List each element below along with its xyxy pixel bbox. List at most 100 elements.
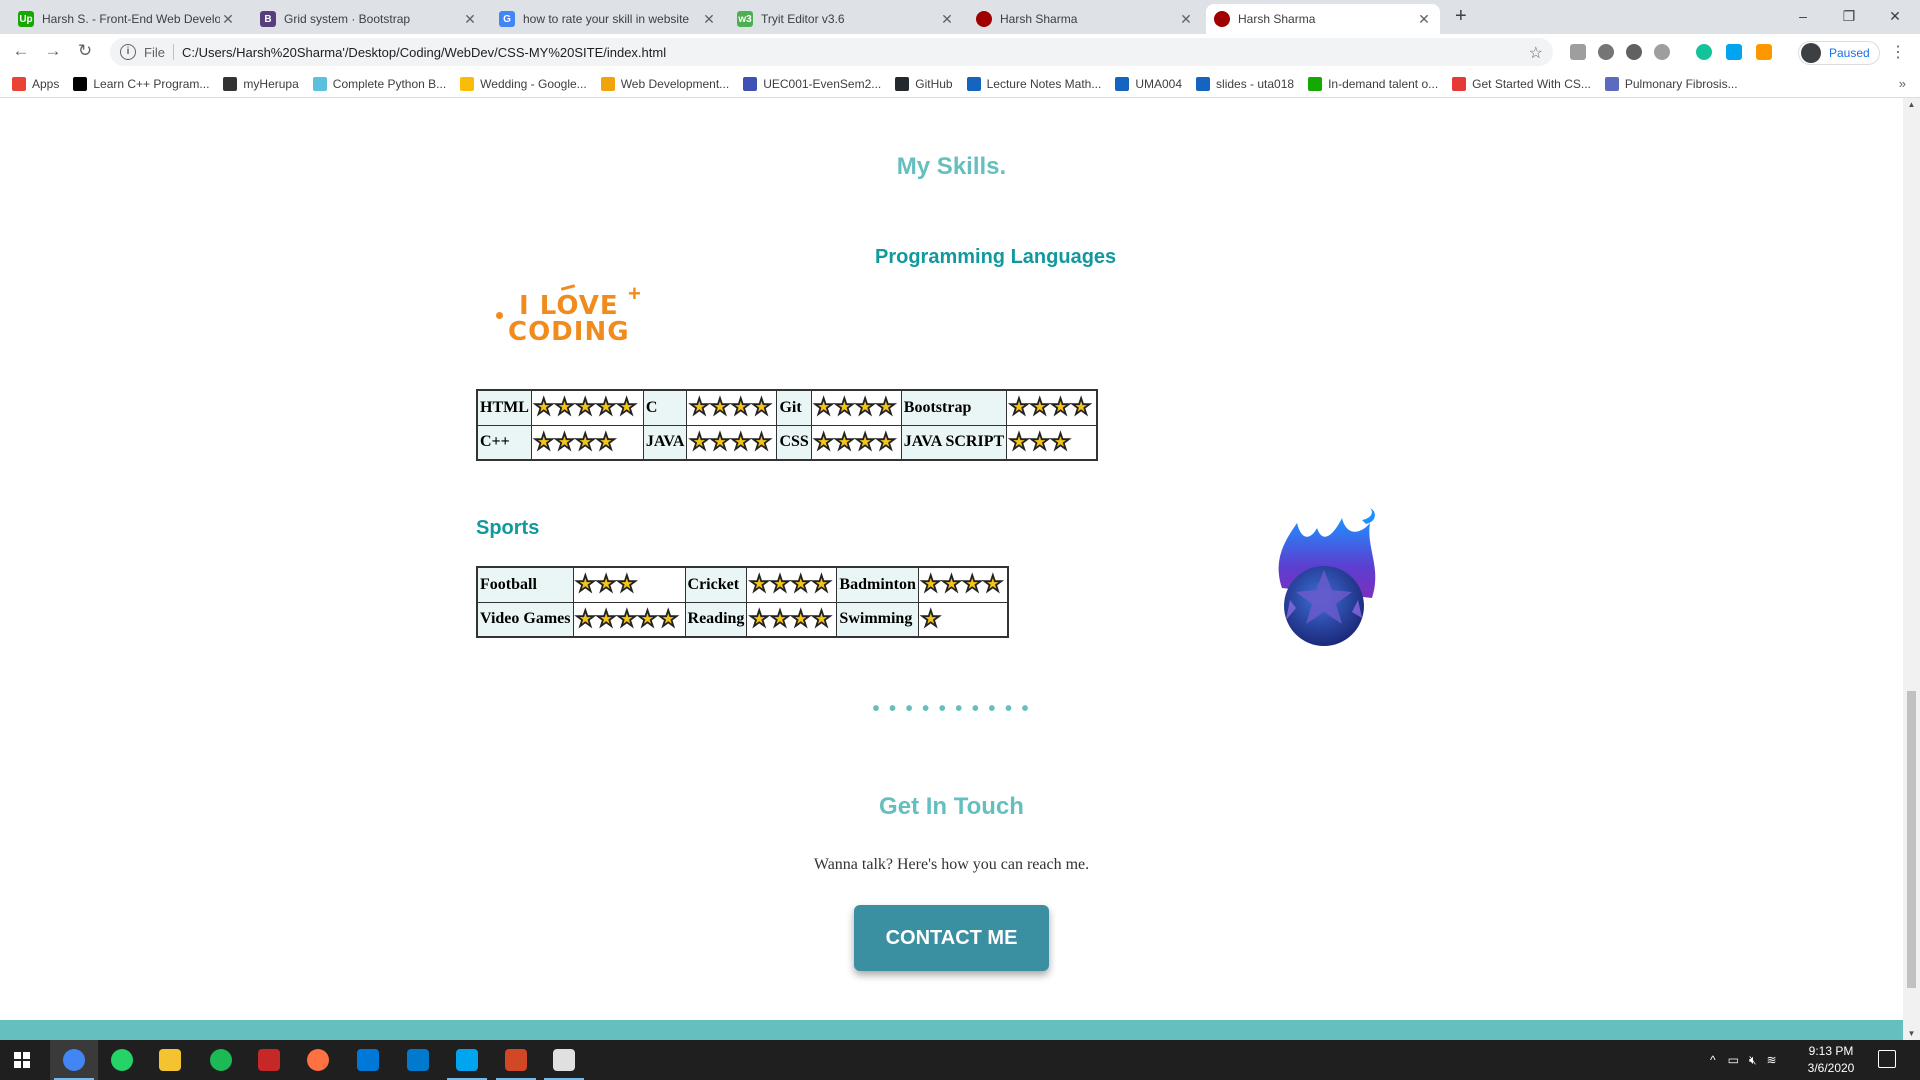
- profile-status: Paused: [1829, 46, 1870, 60]
- taskbar: ^ ▭ 🔇︎ ≋ 9:13 PM 3/6/2020: [0, 1040, 1920, 1080]
- taskbar-vscode-button[interactable]: [394, 1040, 442, 1080]
- star-rating-icon: ★★★★: [533, 428, 617, 454]
- bookmark-star-icon[interactable]: ☆: [1529, 43, 1543, 63]
- tab-close-icon[interactable]: ✕: [462, 11, 478, 28]
- address-bar[interactable]: i File C:/Users/Harsh%20Sharma'/Desktop/…: [110, 38, 1553, 66]
- tab-title: how to rate your skill in website: [523, 12, 690, 26]
- bookmark-favicon-icon: [12, 76, 26, 91]
- restore-window-icon[interactable]: ❐: [1826, 2, 1872, 30]
- browser-menu-icon[interactable]: ⋮: [1890, 42, 1906, 62]
- bookmark-item[interactable]: UMA004: [1115, 76, 1182, 91]
- vscode-icon: [407, 1049, 429, 1071]
- taskbar-clock[interactable]: 9:13 PM 3/6/2020: [1803, 1043, 1859, 1077]
- tab-strip: Up Harsh S. - Front-End Web Develo ✕ B Grid …: [0, 0, 1920, 34]
- skill-label: JAVA SCRIPT: [900, 424, 1008, 461]
- tab-4[interactable]: w3 Tryit Editor v3.6 ✕: [729, 4, 963, 34]
- taskbar-powerpoint-button[interactable]: [492, 1040, 540, 1080]
- bookmark-favicon-icon: [1452, 76, 1467, 91]
- wifi-icon[interactable]: ≋: [1767, 1053, 1777, 1067]
- taskbar-whatsapp-button[interactable]: [98, 1040, 146, 1080]
- tab-1[interactable]: Up Harsh S. - Front-End Web Develo ✕: [10, 4, 244, 34]
- tab-5[interactable]: Harsh Sharma ✕: [968, 4, 1202, 34]
- extension-grammarly-icon[interactable]: [1696, 44, 1712, 60]
- page-scrollbar[interactable]: ▲ ▼: [1903, 98, 1920, 1040]
- taskbar-file-explorer-button[interactable]: [146, 1040, 194, 1080]
- battery-icon[interactable]: ▭: [1728, 1053, 1739, 1067]
- tab-close-icon[interactable]: ✕: [701, 11, 717, 28]
- bookmark-item[interactable]: slides - uta018: [1196, 76, 1295, 91]
- bookmark-label: Lecture Notes Math...: [986, 76, 1102, 91]
- bookmark-item[interactable]: Apps: [12, 76, 59, 91]
- taskbar-app-button[interactable]: [294, 1040, 342, 1080]
- skill-label: Football: [476, 566, 574, 603]
- bootstrap-icon: B: [260, 11, 276, 27]
- tab-3[interactable]: Ghow to rate your skill in website ✕: [491, 4, 725, 34]
- skills-heading: My Skills.: [896, 153, 1007, 180]
- scroll-up-icon[interactable]: ▲: [1903, 100, 1920, 109]
- bookmark-item[interactable]: GitHub: [895, 76, 953, 91]
- forward-icon[interactable]: →: [42, 41, 64, 61]
- bookmark-item[interactable]: Get Started With CS...: [1452, 76, 1591, 91]
- chrome-icon: [63, 1049, 85, 1071]
- tab-close-icon[interactable]: ✕: [220, 11, 236, 28]
- tray-expand-icon[interactable]: ^: [1710, 1053, 1716, 1067]
- taskbar-spotify-button[interactable]: [197, 1040, 245, 1080]
- star-rating-icon: ★★★★: [813, 394, 897, 420]
- minimize-window-icon[interactable]: –: [1780, 2, 1826, 30]
- bookmark-item[interactable]: Lecture Notes Math...: [966, 76, 1102, 91]
- extension-drive-icon[interactable]: [1598, 44, 1614, 60]
- tab-2[interactable]: B Grid system · Bootstrap ✕: [252, 4, 486, 34]
- url-text[interactable]: C:/Users/Harsh%20Sharma'/Desktop/Coding/…: [182, 45, 666, 60]
- reload-icon[interactable]: ↻: [74, 41, 96, 61]
- back-icon[interactable]: ←: [10, 41, 32, 61]
- taskbar-chrome-button[interactable]: [50, 1040, 98, 1080]
- skill-rating: ★★★★: [746, 566, 838, 603]
- taskbar-photos-button[interactable]: [540, 1040, 588, 1080]
- whatsapp-icon: [111, 1049, 133, 1071]
- skill-label: Swimming: [836, 601, 919, 638]
- info-icon[interactable]: i: [120, 44, 136, 60]
- skill-label: C++: [476, 424, 532, 461]
- tab-title: Harsh Sharma: [1238, 12, 1316, 26]
- star-rating-icon: ★★★★: [749, 571, 833, 597]
- tab-close-icon[interactable]: ✕: [1416, 11, 1432, 28]
- close-window-icon[interactable]: ✕: [1872, 2, 1918, 30]
- skill-rating: ★★★★: [530, 424, 644, 461]
- notifications-icon[interactable]: [1878, 1050, 1896, 1068]
- contact-me-button[interactable]: CONTACT ME: [854, 905, 1049, 971]
- bookmarks-overflow-icon[interactable]: »: [1899, 76, 1906, 91]
- bookmark-favicon-icon: [312, 76, 327, 91]
- taskbar-snip-button[interactable]: [443, 1040, 491, 1080]
- volume-icon[interactable]: 🔇︎: [1749, 1053, 1757, 1068]
- new-tab-button[interactable]: +: [1455, 5, 1467, 28]
- scroll-down-icon[interactable]: ▼: [1903, 1029, 1920, 1038]
- tab-6[interactable]: Harsh Sharma ✕: [1206, 4, 1440, 34]
- taskbar-mail-button[interactable]: [344, 1040, 392, 1080]
- fire-football-image: [1278, 508, 1376, 646]
- bookmark-item[interactable]: In-demand talent o...: [1308, 76, 1438, 91]
- extension-pdf-icon[interactable]: [1570, 44, 1586, 60]
- bookmark-item[interactable]: UEC001-EvenSem2...: [743, 76, 881, 91]
- bookmark-label: slides - uta018: [1216, 76, 1295, 91]
- extension-bulb-icon[interactable]: [1626, 44, 1642, 60]
- extension-key-icon[interactable]: [1756, 44, 1772, 60]
- bookmark-item[interactable]: Pulmonary Fibrosis...: [1604, 76, 1738, 91]
- bookmark-item[interactable]: Web Development...: [600, 76, 729, 91]
- tab-close-icon[interactable]: ✕: [1178, 11, 1194, 28]
- skill-label: Bootstrap: [900, 389, 1008, 426]
- bookmark-item[interactable]: myHerupa: [223, 76, 299, 91]
- tab-close-icon[interactable]: ✕: [939, 11, 955, 28]
- scrollbar-thumb[interactable]: [1907, 691, 1916, 988]
- spotify-icon: [210, 1049, 232, 1071]
- bookmark-label: Get Started With CS...: [1472, 76, 1591, 91]
- skill-rating: ★: [917, 601, 1009, 638]
- bookmark-item[interactable]: Learn C++ Program...: [73, 76, 209, 91]
- bookmark-item[interactable]: Wedding - Google...: [460, 76, 587, 91]
- taskbar-game-button[interactable]: [245, 1040, 293, 1080]
- bookmark-favicon-icon: [1115, 76, 1130, 91]
- profile-button[interactable]: Paused: [1798, 41, 1880, 65]
- extension-cloud-icon[interactable]: [1654, 44, 1670, 60]
- extension-translate-icon[interactable]: [1726, 44, 1742, 60]
- windows-start-icon[interactable]: [14, 1052, 30, 1068]
- bookmark-item[interactable]: Complete Python B...: [312, 76, 446, 91]
